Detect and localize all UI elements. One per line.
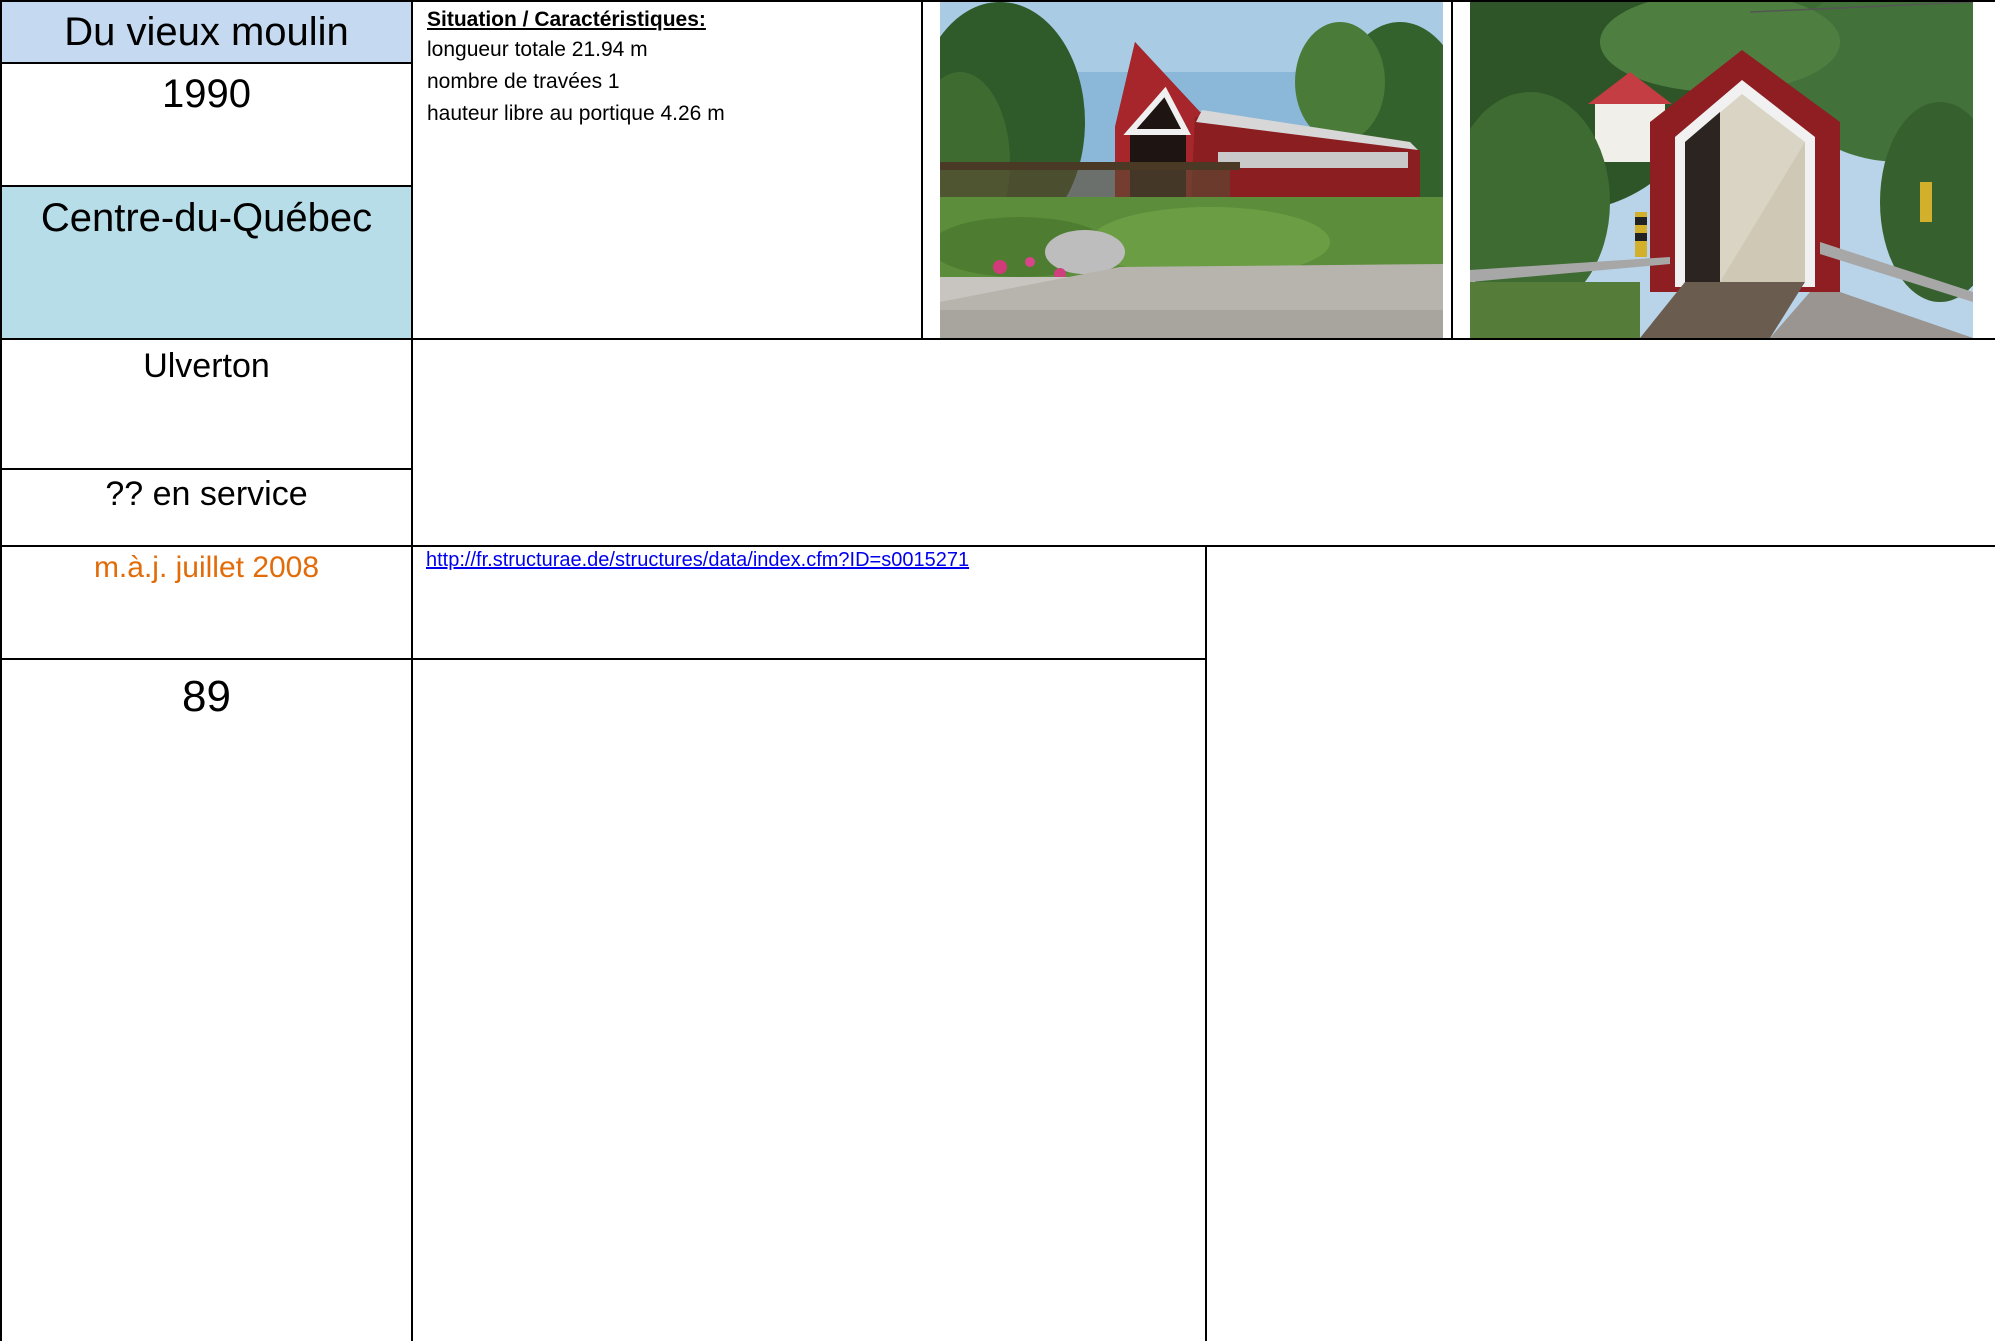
bridge-municipality: Ulverton (143, 347, 270, 385)
bridge-status: ?? en service (105, 475, 308, 513)
spec-span-count: nombre de travées 1 (427, 70, 620, 93)
reference-cell: http://fr.structurae.de/structures/data/… (426, 549, 1201, 572)
spec-total-length: longueur totale 21.94 m (427, 38, 648, 61)
divider-row-3 (0, 658, 1207, 660)
specs-block: Situation / Caractéristiques: longueur t… (427, 6, 917, 130)
divider-year (0, 185, 413, 187)
bridge-region: Centre-du-Québec (40, 196, 373, 240)
update-date: m.à.j. juillet 2008 (93, 551, 320, 584)
divider-col-specs (921, 0, 923, 340)
covered-bridge-photo-side (940, 2, 1443, 338)
bridge-name: Du vieux moulin (64, 10, 349, 54)
reference-link[interactable]: http://fr.structurae.de/structures/data/… (426, 549, 969, 571)
bridge-number: 89 (182, 672, 231, 721)
divider-municipality (0, 468, 413, 470)
divider-col-link (1205, 546, 1207, 1341)
divider-row-1 (0, 338, 1995, 340)
divider-col-photos (1451, 0, 1453, 340)
divider-row-2 (0, 545, 1995, 547)
divider-title (0, 62, 413, 64)
specs-heading: Situation / Caractéristiques: (427, 8, 706, 31)
covered-bridge-photo-front (1470, 2, 1973, 338)
divider-col-1 (411, 0, 413, 1341)
bridge-year: 1990 (162, 72, 251, 116)
spec-clearance-height: hauteur libre au portique 4.26 m (427, 102, 725, 125)
